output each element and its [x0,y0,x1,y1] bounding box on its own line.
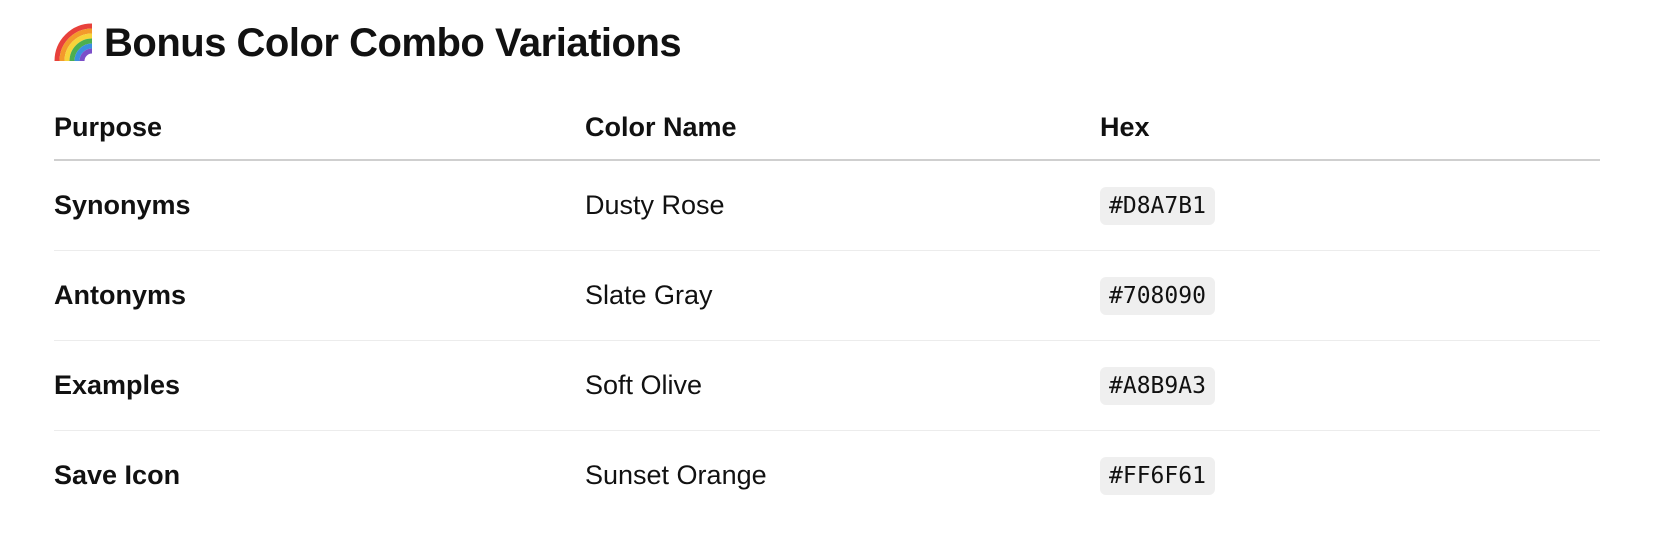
hex-cell: #A8B9A3 [1100,340,1600,431]
hex-code: #708090 [1100,276,1215,315]
hex-code: #FF6F61 [1100,456,1215,495]
column-header-color-name: Color Name [585,96,1100,161]
purpose-cell: Save Icon [54,460,181,490]
purpose-cell: Antonyms [54,250,585,341]
hex-cell: #FF6F61 [1100,431,1600,521]
color-name-cell: Dusty Rose [585,160,1100,251]
purpose-cell: Examples [54,340,585,431]
color-table: Purpose Color Name Hex Synonyms Dusty Ro… [54,96,1600,520]
hex-cell: #D8A7B1 [1100,160,1600,251]
hex-code: #D8A7B1 [1100,186,1215,225]
section-heading: Bonus Color Combo Variations [54,20,1600,66]
table-header-row: Purpose Color Name Hex [54,96,1600,161]
table-row: Save Icon Sunset Orange #FF6F61 [54,431,1600,521]
column-header-hex: Hex [1100,96,1600,161]
purpose-cell: Synonyms [54,160,585,251]
color-name-cell: Slate Gray [585,250,1100,341]
table-row: Synonyms Dusty Rose #D8A7B1 [54,160,1600,251]
color-name-cell: Sunset Orange [585,460,767,490]
page-title: Bonus Color Combo Variations [104,21,682,65]
column-header-purpose: Purpose [54,96,585,161]
hex-code: #A8B9A3 [1100,366,1215,405]
document-content: Bonus Color Combo Variations Purpose Col… [54,0,1600,520]
color-name-cell: Soft Olive [585,340,1100,431]
table-row: Antonyms Slate Gray #708090 [54,250,1600,341]
table-row: Examples Soft Olive #A8B9A3 [54,340,1600,431]
hex-cell: #708090 [1100,250,1600,341]
rainbow-icon [54,23,93,62]
